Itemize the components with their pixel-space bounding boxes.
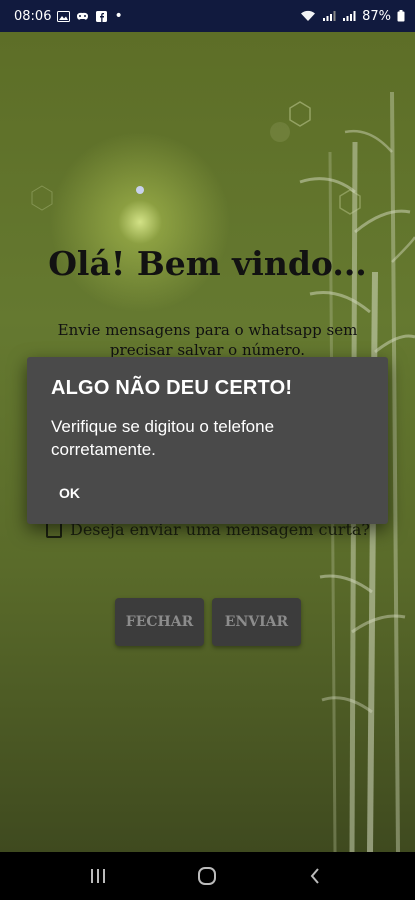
wifi-icon [301,10,316,21]
facebook-icon [96,10,108,22]
send-button[interactable]: ENVIAR [212,598,301,646]
home-icon [198,867,216,885]
ok-button[interactable]: OK [49,479,90,507]
navigation-bar [0,852,415,900]
close-button[interactable]: FECHAR [115,598,204,646]
back-icon [310,868,319,884]
back-button[interactable] [280,852,350,900]
signal-icon [323,11,336,21]
home-button[interactable] [172,852,242,900]
gallery-icon [57,10,71,22]
recent-apps-icon [91,869,105,883]
welcome-title: Olá! Bem vindo... [48,244,367,283]
signal-icon [343,11,356,21]
game-controller-icon [77,12,89,20]
status-time: 08:06 [14,8,52,24]
dialog-message: Verifique se digitou o telefone corretam… [51,417,275,459]
battery-icon [397,10,405,22]
battery-percent: 87% [362,8,391,24]
status-bar: 08:06 • 87% [0,0,415,32]
subtitle-text: Envie mensagens para o whatsapp sem prec… [57,321,358,359]
notification-dot-icon: • [114,8,123,24]
error-dialog: ALGO NÃO DEU CERTO! Verifique se digitou… [27,357,388,524]
dialog-title: ALGO NÃO DEU CERTO! [51,377,293,399]
recent-apps-button[interactable] [63,852,133,900]
